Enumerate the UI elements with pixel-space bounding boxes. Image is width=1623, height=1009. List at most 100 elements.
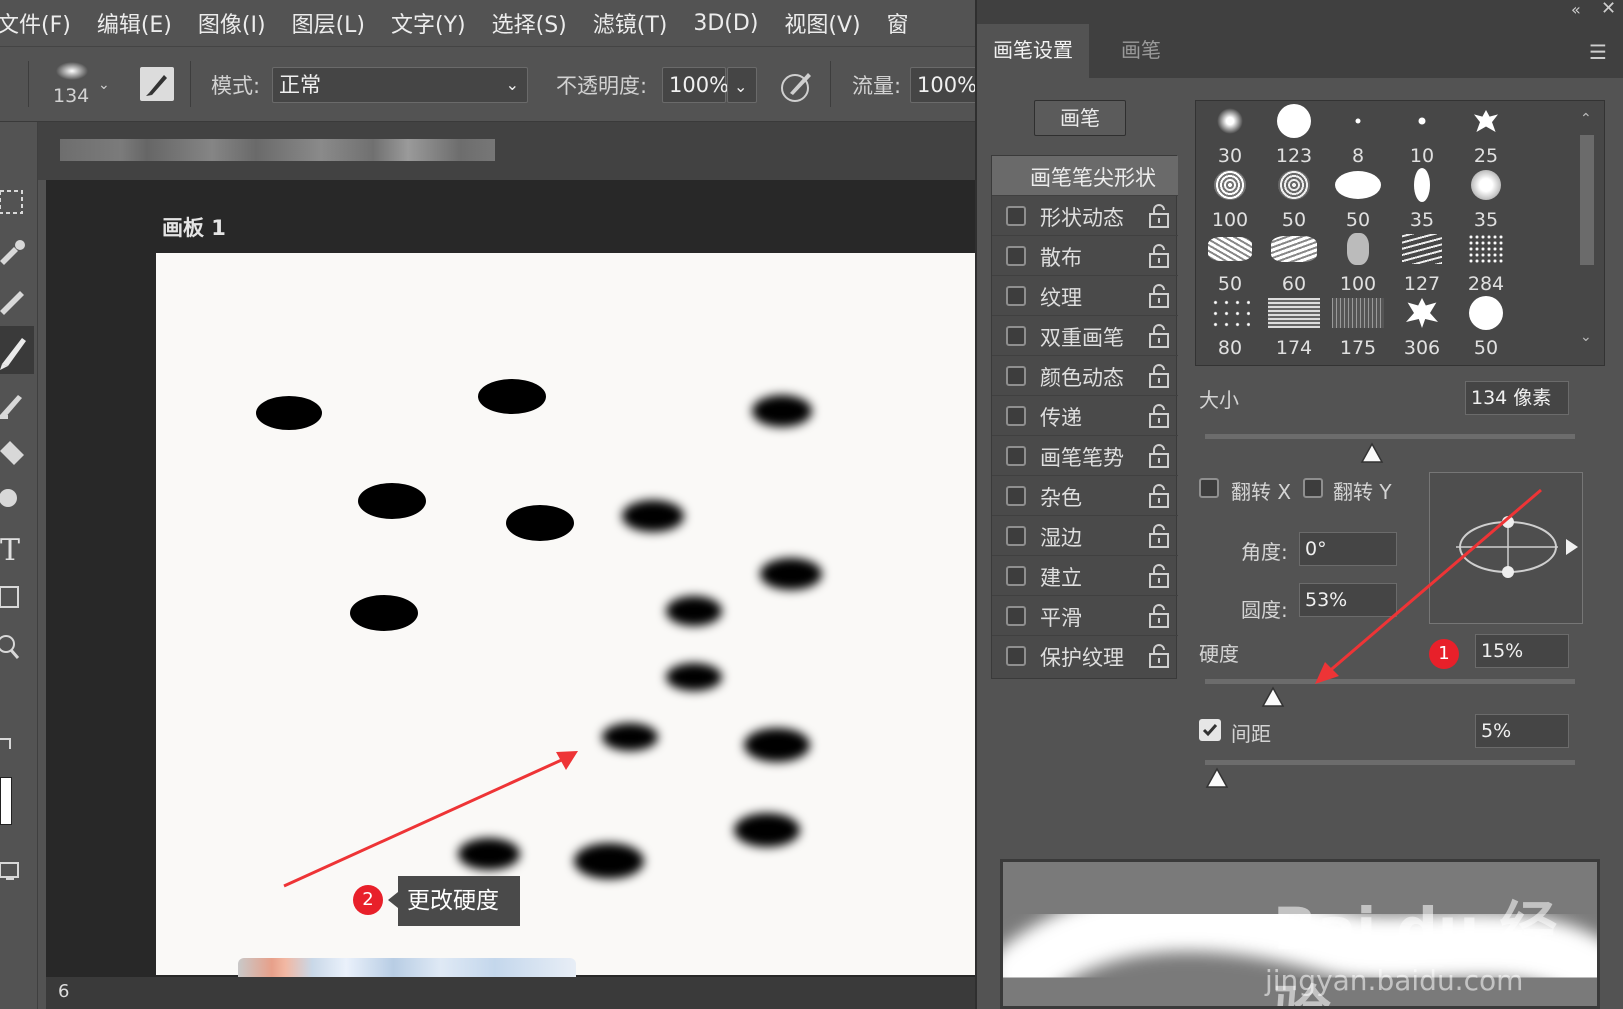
menu-layer[interactable]: 图层(L) <box>279 7 378 39</box>
menu-edit[interactable]: 编辑(E) <box>84 7 185 39</box>
clone-stamp-tool-icon[interactable] <box>0 384 34 424</box>
brush-tool-icon[interactable] <box>0 326 34 374</box>
option-scattering[interactable]: 散布 <box>992 236 1178 276</box>
option-texture[interactable]: 纹理 <box>992 276 1178 316</box>
lock-icon[interactable] <box>1148 404 1170 428</box>
healing-brush-tool-icon[interactable] <box>0 280 34 320</box>
option-noise[interactable]: 杂色 <box>992 476 1178 516</box>
flip-x-checkbox[interactable] <box>1199 478 1219 498</box>
option-checkbox[interactable] <box>1006 646 1026 666</box>
option-wet-edges[interactable]: 湿边 <box>992 516 1178 556</box>
menu-3d[interactable]: 3D(D) <box>680 11 771 36</box>
spacing-checkbox[interactable] <box>1199 719 1221 741</box>
spacing-field[interactable]: 5% <box>1475 714 1569 748</box>
lock-icon[interactable] <box>1148 644 1170 668</box>
option-brush-tip-shape[interactable]: 画笔笔尖形状 <box>992 156 1178 196</box>
zoom-tool-icon[interactable] <box>0 627 34 667</box>
flip-y-checkbox[interactable] <box>1303 478 1323 498</box>
brush-preset[interactable]: 100 <box>1326 231 1390 295</box>
brush-preset[interactable]: 50 <box>1326 167 1390 231</box>
option-transfer[interactable]: 传递 <box>992 396 1178 436</box>
menu-type[interactable]: 文字(Y) <box>378 7 479 39</box>
option-shape-dynamics[interactable]: 形状动态 <box>992 196 1178 236</box>
option-checkbox[interactable] <box>1006 606 1026 626</box>
option-build-up[interactable]: 建立 <box>992 556 1178 596</box>
close-icon[interactable]: ✕ <box>1601 0 1616 19</box>
option-checkbox[interactable] <box>1006 206 1026 226</box>
chevron-up-icon[interactable]: ⌃ <box>1580 111 1592 127</box>
brush-preset[interactable]: 127 <box>1390 231 1454 295</box>
option-dual-brush[interactable]: 双重画笔 <box>992 316 1178 356</box>
brush-preset[interactable]: 100 <box>1198 167 1262 231</box>
flow-field[interactable]: 100% <box>910 67 980 103</box>
lock-icon[interactable] <box>1148 524 1170 548</box>
hardness-slider-track[interactable] <box>1205 679 1575 684</box>
lock-icon[interactable] <box>1148 244 1170 268</box>
brush-preset[interactable]: 80 <box>1198 295 1262 359</box>
lock-icon[interactable] <box>1148 284 1170 308</box>
screen-mode-icon[interactable] <box>0 852 34 892</box>
brush-preset[interactable]: 284 <box>1454 231 1518 295</box>
hardness-field[interactable]: 15% <box>1475 634 1569 668</box>
pressure-opacity-icon[interactable] <box>778 67 816 105</box>
lock-icon[interactable] <box>1148 324 1170 348</box>
marquee-tool-icon[interactable] <box>0 182 34 222</box>
option-checkbox[interactable] <box>1006 446 1026 466</box>
brush-preset[interactable]: 8 <box>1326 103 1390 167</box>
menu-window[interactable]: 窗 <box>874 7 922 39</box>
brush-preset[interactable]: 35 <box>1454 167 1518 231</box>
scrollbar-thumb[interactable] <box>1580 135 1594 265</box>
foreground-color-swatch[interactable] <box>0 772 34 830</box>
menu-select[interactable]: 选择(S) <box>479 7 580 39</box>
rectangle-tool-icon[interactable] <box>0 578 34 618</box>
spacing-slider-thumb[interactable] <box>1205 767 1229 789</box>
type-tool-icon[interactable]: T <box>0 530 34 570</box>
lock-icon[interactable] <box>1148 564 1170 588</box>
preset-scrollbar[interactable]: ⌃ ⌄ <box>1576 111 1600 357</box>
brush-preset[interactable]: 50 <box>1262 167 1326 231</box>
collapse-panel-icon[interactable]: « <box>1571 0 1581 19</box>
spacing-slider-track[interactable] <box>1205 760 1575 765</box>
quick-select-tool-icon[interactable] <box>0 232 34 272</box>
option-checkbox[interactable] <box>1006 486 1026 506</box>
option-color-dynamics[interactable]: 颜色动态 <box>992 356 1178 396</box>
option-protect-texture[interactable]: 保护纹理 <box>992 636 1178 676</box>
option-checkbox[interactable] <box>1006 246 1026 266</box>
brush-preset[interactable]: 306 <box>1390 295 1454 359</box>
opacity-field[interactable]: 100% <box>662 67 729 103</box>
brush-preset[interactable]: 30 <box>1198 103 1262 167</box>
brush-preset[interactable]: 50 <box>1454 295 1518 359</box>
brush-preset[interactable]: 174 <box>1262 295 1326 359</box>
blur-tool-icon[interactable] <box>0 477 34 517</box>
menu-image[interactable]: 图像(I) <box>185 7 279 39</box>
option-checkbox[interactable] <box>1006 326 1026 346</box>
brush-preset[interactable]: 175 <box>1326 295 1390 359</box>
brush-angle-widget[interactable] <box>1429 472 1583 624</box>
roundness-field[interactable]: 53% <box>1299 583 1397 617</box>
tab-brush-settings[interactable]: 画笔设置 <box>977 24 1089 78</box>
hardness-slider-thumb[interactable] <box>1261 686 1285 708</box>
swap-colors-icon[interactable] <box>0 724 34 764</box>
menu-filter[interactable]: 滤镜(T) <box>580 7 681 39</box>
menu-file[interactable]: 文件(F) <box>0 7 84 39</box>
angle-field[interactable]: 0° <box>1299 532 1397 566</box>
lock-icon[interactable] <box>1148 484 1170 508</box>
tab-brushes[interactable]: 画笔 <box>1105 24 1177 78</box>
brush-preset-picker[interactable]: 134 ⌄ <box>50 55 120 115</box>
option-checkbox[interactable] <box>1006 406 1026 426</box>
brush-preset[interactable]: 50 <box>1198 231 1262 295</box>
menu-view[interactable]: 视图(V) <box>771 7 873 39</box>
lock-icon[interactable] <box>1148 604 1170 628</box>
brush-preset[interactable]: 123 <box>1262 103 1326 167</box>
brush-preset[interactable]: 35 <box>1390 167 1454 231</box>
eraser-tool-icon[interactable] <box>0 432 34 472</box>
size-slider-track[interactable] <box>1205 434 1575 439</box>
option-checkbox[interactable] <box>1006 566 1026 586</box>
option-brush-pose[interactable]: 画笔笔势 <box>992 436 1178 476</box>
pixelated-document-tab[interactable] <box>60 139 495 161</box>
chevron-down-icon[interactable]: ⌄ <box>1580 329 1592 345</box>
brush-preset[interactable]: 10 <box>1390 103 1454 167</box>
panel-menu-icon[interactable]: ☰ <box>1589 40 1607 64</box>
option-checkbox[interactable] <box>1006 366 1026 386</box>
lock-icon[interactable] <box>1148 204 1170 228</box>
